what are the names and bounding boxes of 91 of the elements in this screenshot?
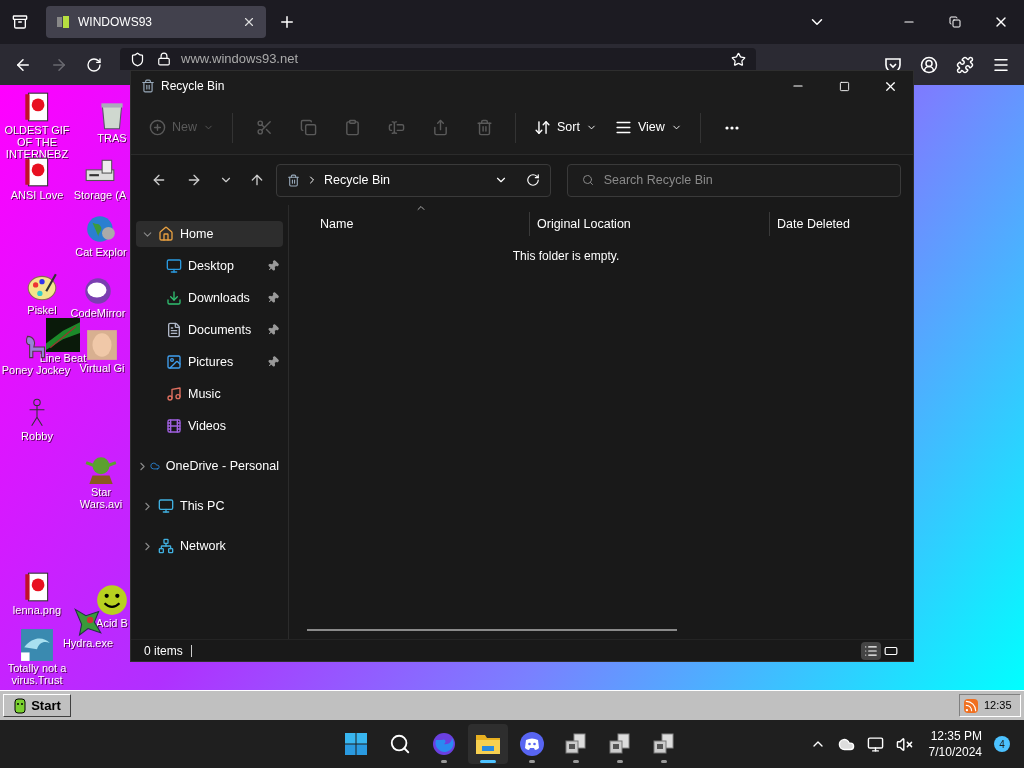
icon-label[interactable]: Hydra.exe [62,637,114,649]
scrollbar[interactable] [307,629,677,631]
details-view-icon[interactable] [861,641,881,660]
nav-item[interactable]: Home [136,221,283,247]
clipboard-icon [343,119,361,136]
house-icon [158,226,174,242]
nav-item[interactable]: OneDrive - Personal [136,453,283,479]
trash-icon [475,119,493,136]
icon-label[interactable]: Virtual Gi [79,362,125,374]
search-icon [581,174,594,186]
refresh-icon[interactable] [525,173,540,187]
taskbar-button[interactable] [468,724,508,764]
portrait-icon [85,328,119,362]
icon-label[interactable]: Star Wars.avi [74,486,128,510]
icon-label[interactable]: Line Beat [39,352,87,364]
column-header[interactable]: Name [320,214,354,234]
account-icon[interactable] [920,55,938,74]
icon-label[interactable]: Storage (A [73,189,127,201]
nav-item[interactable]: Network [136,533,283,559]
nav-label[interactable]: Home [180,224,279,244]
icon-label[interactable]: Piskel [27,304,57,316]
music-icon [166,386,182,402]
monitor-icon [158,498,174,514]
muted-speaker-icon[interactable] [895,735,913,753]
nav-label[interactable]: Music [188,384,279,404]
nav-label[interactable]: This PC [180,496,279,516]
site-icon [56,15,70,29]
icon-label[interactable]: Robby [21,430,53,442]
windows-logo-icon [344,732,368,756]
discord-icon [520,732,544,756]
item-count: 0 items [144,642,183,660]
empty-folder-message: This folder is empty. [512,248,620,265]
copy-icon [299,119,317,136]
sort-icon [534,119,551,136]
nav-label[interactable]: Desktop [188,256,267,276]
nav-label[interactable]: Network [180,536,279,556]
nav-label[interactable]: Pictures [188,352,267,372]
rename-icon [387,119,405,136]
star-icon[interactable] [731,51,746,67]
lock-icon[interactable] [157,52,171,66]
column-header[interactable]: Date Deleted [777,214,850,234]
monitor-icon [166,258,182,274]
folder-icon [475,732,501,756]
computer-icon [608,732,632,756]
nav-label[interactable]: Videos [188,416,279,436]
recycle-bin-icon [141,79,155,93]
extensions-icon[interactable] [956,55,974,74]
nav-item[interactable]: This PC [136,493,283,519]
nav-label[interactable]: Downloads [188,288,267,308]
computer-icon [652,732,676,756]
icon-label[interactable]: Totally not a virus.Trust [0,662,74,686]
search-icon [389,733,411,755]
close-tab-icon[interactable] [242,15,256,29]
more-icon [724,125,739,130]
tray-clock: 12:35 [984,698,1012,714]
nav-label[interactable]: Documents [188,320,267,340]
plus-circle-icon [149,119,166,136]
notification-badge[interactable]: 4 [994,736,1010,752]
dolphin-icon [20,628,54,662]
rss-icon[interactable] [964,698,978,713]
clock[interactable]: 12:35 PM 7/10/2024 [928,728,982,760]
smiley-icon [95,583,129,617]
url-bar[interactable]: www.windows93.net [120,48,756,70]
start-button[interactable]: Start [3,694,71,717]
firefox-icon [432,732,456,756]
reload-icon[interactable] [86,56,102,73]
film-icon [166,418,182,434]
list-icon [614,119,632,136]
toolbar-button[interactable]: Sort [528,110,603,145]
toolbar-button[interactable]: View [608,110,688,145]
shield-icon[interactable] [130,51,145,67]
recycle-bin-icon [287,173,301,187]
document-icon [166,322,182,338]
icon-label[interactable]: lenna.png [12,604,62,616]
image-icon [166,354,182,370]
window-title: Recycle Bin [161,78,226,95]
search-field[interactable]: Search Recycle Bin [566,163,901,197]
column-header[interactable]: Original Location [537,214,631,234]
nav-label[interactable]: OneDrive - Personal [165,456,279,476]
browser-tab[interactable]: WINDOWS93 [46,6,266,38]
icon-label[interactable]: Poney Jockey [1,364,71,376]
scissors-icon [255,119,273,136]
icon-label[interactable]: Cat Explor [75,246,127,258]
icon-label[interactable]: CodeMirror [70,307,126,319]
computer-icon [564,732,588,756]
address-bar[interactable]: Recycle Bin [276,163,551,197]
new-tab-icon[interactable] [278,13,296,31]
icon-label[interactable]: Acid B [96,617,128,629]
start-logo-icon [13,697,28,714]
download-icon [166,290,182,306]
share-icon [431,119,449,136]
